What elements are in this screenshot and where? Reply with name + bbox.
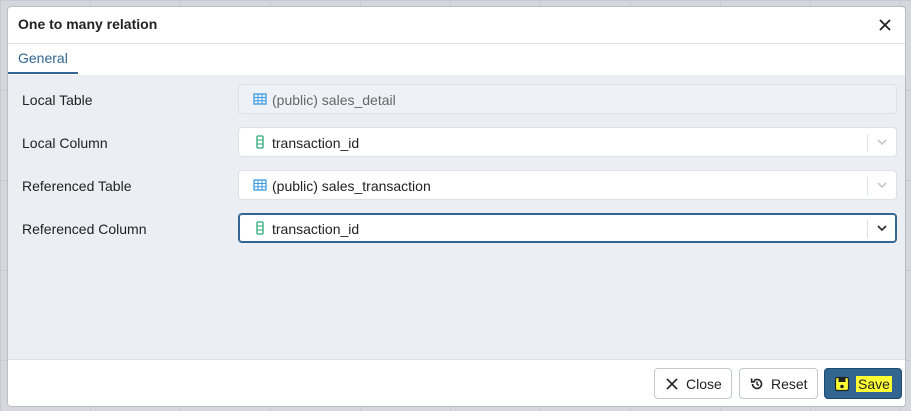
chevron-down-icon[interactable] (875, 178, 889, 192)
dialog-footer: Close Reset Save (8, 359, 905, 406)
local-table-value: (public) sales_detail (272, 92, 396, 108)
close-button[interactable]: Close (654, 368, 732, 399)
reset-icon (749, 376, 765, 392)
dialog-title: One to many relation (18, 16, 158, 32)
chevron-down-icon[interactable] (875, 135, 889, 149)
select-separator (867, 134, 868, 152)
referenced-column-row: Referenced Column transaction_id (8, 213, 905, 245)
local-column-value: transaction_id (272, 135, 360, 151)
local-column-label: Local Column (22, 135, 108, 151)
relation-dialog: One to many relation General Local Table… (7, 6, 906, 407)
referenced-table-value: (public) sales_transaction (272, 178, 431, 194)
referenced-column-select[interactable]: transaction_id (238, 213, 897, 243)
select-separator (867, 177, 868, 195)
close-icon[interactable] (875, 15, 895, 35)
save-button[interactable]: Save (824, 368, 902, 399)
dialog-header: One to many relation (8, 7, 905, 44)
local-column-select[interactable]: transaction_id (238, 127, 897, 157)
form-body: Local Table (public) sales_detail Local … (8, 75, 905, 359)
chevron-down-icon[interactable] (875, 221, 889, 235)
close-button-label: Close (686, 375, 722, 392)
close-icon (664, 376, 680, 392)
referenced-table-label: Referenced Table (22, 178, 132, 194)
referenced-table-row: Referenced Table (public) sales_transact… (8, 170, 905, 202)
local-table-label: Local Table (22, 92, 93, 108)
column-icon (253, 135, 267, 149)
select-separator (867, 220, 868, 238)
reset-button[interactable]: Reset (739, 368, 818, 399)
referenced-column-label: Referenced Column (22, 221, 147, 237)
tab-general[interactable]: General (8, 44, 78, 74)
table-icon (253, 92, 267, 106)
save-icon (834, 376, 850, 392)
referenced-table-select[interactable]: (public) sales_transaction (238, 170, 897, 200)
table-icon (253, 178, 267, 192)
referenced-column-value: transaction_id (272, 221, 360, 237)
local-table-row: Local Table (public) sales_detail (8, 84, 905, 116)
local-column-row: Local Column transaction_id (8, 127, 905, 159)
column-icon (253, 221, 267, 235)
tab-bar: General (8, 44, 905, 76)
save-button-label: Save (856, 375, 892, 392)
local-table-field: (public) sales_detail (238, 84, 897, 114)
reset-button-label: Reset (771, 375, 808, 392)
